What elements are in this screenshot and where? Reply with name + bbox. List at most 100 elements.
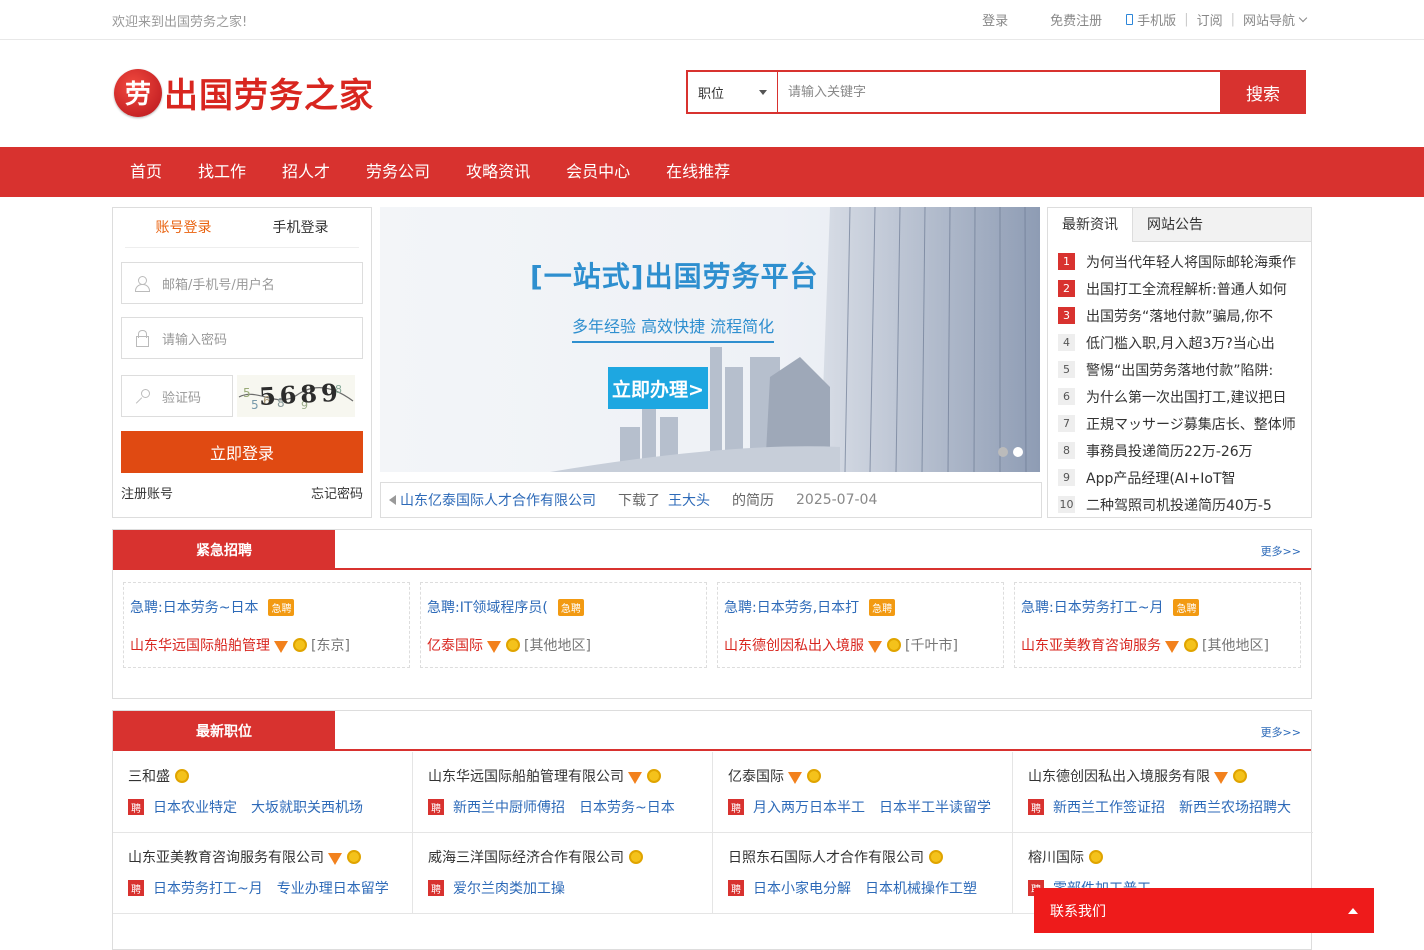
- job-link[interactable]: 新西兰农场招聘大: [1179, 797, 1291, 817]
- news-item[interactable]: 8 事務員投递简历22万-26万: [1058, 437, 1308, 464]
- banner-cta-button[interactable]: 立即办理>: [608, 367, 708, 409]
- search-input[interactable]: [778, 72, 1220, 112]
- activity-ticker: 山东亿泰国际人才合作有限公司 下载了 王大头 的简历 2025-07-04: [380, 482, 1042, 518]
- company-link[interactable]: 威海三洋国际经济合作有限公司: [428, 847, 624, 867]
- tab-account-login[interactable]: 账号登录: [125, 208, 242, 247]
- company-link[interactable]: 山东亚美教育咨询服务有限公司: [128, 847, 324, 867]
- company-job-card: 山东华远国际船舶管理有限公司聘新西兰中厨师傅招 日本劳务~日本: [413, 752, 713, 833]
- carousel-dot-2[interactable]: [1013, 447, 1023, 457]
- ticker-company-link[interactable]: 山东亿泰国际人才合作有限公司: [400, 490, 596, 510]
- urgent-company[interactable]: 山东华远国际船舶管理: [130, 635, 270, 655]
- carousel-dot-1[interactable]: [998, 447, 1008, 457]
- company-link[interactable]: 山东德创因私出入境服务有限: [1028, 766, 1210, 786]
- login-panel: 账号登录 手机登录 邮箱/手机号/用户名 请输入密码 验证码 5 5 6 8 9…: [112, 207, 372, 518]
- news-item[interactable]: 4 低门槛入职,月入超3万?当心出: [1058, 329, 1308, 356]
- job-link[interactable]: 新西兰工作签证招: [1053, 797, 1165, 817]
- tab-phone-login[interactable]: 手机登录: [242, 208, 359, 247]
- svg-text:5: 5: [251, 398, 259, 412]
- job-link[interactable]: 日本劳务~日本: [579, 797, 675, 817]
- news-title: App产品经理(AI+IoT智: [1086, 470, 1236, 487]
- news-item[interactable]: 10 二种驾照司机投递简历40万-5: [1058, 491, 1308, 518]
- job-link[interactable]: 新西兰中厨师傅招: [453, 797, 565, 817]
- tab-site-notice[interactable]: 网站公告: [1133, 208, 1217, 241]
- search-button[interactable]: 搜索: [1220, 70, 1306, 114]
- news-item[interactable]: 2 出国打工全流程解析:普通人如何: [1058, 275, 1308, 302]
- nav-item-companies[interactable]: 劳务公司: [348, 147, 448, 197]
- urgent-job-card[interactable]: 急聘:日本劳务打工~月 急聘山东亚美教育咨询服务 [其他地区]: [1014, 582, 1301, 668]
- job-link[interactable]: 日本小家电分解: [753, 878, 851, 898]
- job-link[interactable]: 爱尔兰肉类加工操: [453, 878, 565, 898]
- nav-item-recommend[interactable]: 在线推荐: [648, 147, 748, 197]
- nav-item-guides[interactable]: 攻略资讯: [448, 147, 548, 197]
- news-item[interactable]: 6 为什么第一次出国打工,建议把日: [1058, 383, 1308, 410]
- speaker-icon: [389, 495, 396, 505]
- nav-item-find-job[interactable]: 找工作: [180, 147, 264, 197]
- user-icon: [134, 275, 150, 292]
- urgent-job-card[interactable]: 急聘:IT领域程序员(急聘 亿泰国际 [其他地区]: [420, 582, 707, 668]
- urgent-job-title[interactable]: 急聘:日本劳务~日本: [130, 597, 258, 617]
- rank-badge: 5: [1058, 361, 1075, 378]
- urgent-job-title[interactable]: 急聘:日本劳务,日本打: [724, 597, 859, 617]
- site-logo[interactable]: 劳 出国劳务之家: [114, 68, 374, 117]
- ticker-person-link[interactable]: 王大头: [668, 490, 710, 510]
- urgent-job-title[interactable]: 急聘:日本劳务打工~月: [1021, 597, 1163, 617]
- diamond-icon: [788, 772, 802, 784]
- company-job-card: 三和盛聘日本农业特定 大坂就职关西机场: [113, 752, 413, 833]
- search-category-select[interactable]: 职位: [688, 72, 778, 112]
- lock-icon: [134, 330, 150, 347]
- company-link[interactable]: 亿泰国际: [728, 766, 784, 786]
- urgent-company[interactable]: 亿泰国际: [427, 635, 483, 655]
- login-link[interactable]: 登录: [982, 10, 1008, 29]
- news-item[interactable]: 5 警惕“出国劳务落地付款”陷阱:: [1058, 356, 1308, 383]
- company-link[interactable]: 三和盛: [128, 766, 170, 786]
- company-link[interactable]: 榕川国际: [1028, 847, 1084, 867]
- job-link[interactable]: 日本农业特定: [153, 797, 237, 817]
- register-account-link[interactable]: 注册账号: [121, 483, 173, 502]
- username-field[interactable]: 邮箱/手机号/用户名: [121, 262, 363, 304]
- hero-banner[interactable]: [一站式]出国劳务平台 多年经验 高效快捷 流程简化 立即办理>: [380, 207, 1040, 472]
- job-link[interactable]: 日本劳务打工~月: [153, 878, 263, 898]
- subscribe-link[interactable]: 订阅: [1197, 10, 1223, 29]
- welcome-text: 欢迎来到出国劳务之家!: [112, 15, 248, 30]
- news-item[interactable]: 1 为何当代年轻人将国际邮轮海乘作: [1058, 248, 1308, 275]
- nav-item-hire[interactable]: 招人才: [264, 147, 348, 197]
- more-link[interactable]: 更多>>: [1261, 724, 1301, 740]
- rank-badge: 9: [1058, 469, 1075, 486]
- urgent-tag: 急聘: [1173, 598, 1200, 616]
- diamond-icon: [328, 853, 342, 865]
- job-link[interactable]: 专业办理日本留学: [277, 878, 389, 898]
- more-link[interactable]: 更多>>: [1261, 543, 1301, 559]
- medal-icon: [887, 638, 901, 652]
- nav-item-home[interactable]: 首页: [112, 147, 180, 197]
- news-item[interactable]: 7 正規マッサージ募集店长、整体师: [1058, 410, 1308, 437]
- tab-latest-news[interactable]: 最新资讯: [1048, 208, 1133, 242]
- news-item[interactable]: 3 出国劳务“落地付款”骗局,你不: [1058, 302, 1308, 329]
- captcha-field[interactable]: 验证码: [121, 375, 233, 417]
- nav-item-member[interactable]: 会员中心: [548, 147, 648, 197]
- register-link[interactable]: 免费注册: [1050, 10, 1102, 29]
- job-link[interactable]: 日本机械操作工塑: [865, 878, 977, 898]
- urgent-location: [其他地区]: [1202, 638, 1269, 654]
- urgent-company[interactable]: 山东德创因私出入境服: [724, 635, 864, 655]
- job-link[interactable]: 月入两万日本半工: [753, 797, 865, 817]
- forgot-password-link[interactable]: 忘记密码: [311, 483, 363, 502]
- mobile-link[interactable]: 手机版: [1137, 10, 1176, 29]
- urgent-job-card[interactable]: 急聘:日本劳务,日本打 急聘 山东德创因私出入境服 [千叶市]: [717, 582, 1004, 668]
- captcha-image[interactable]: 5 5 6 8 9 8 5689: [237, 375, 355, 417]
- urgent-job-title[interactable]: 急聘:IT领域程序员(: [427, 597, 548, 617]
- urgent-job-card[interactable]: 急聘:日本劳务~日本 急聘 山东华远国际船舶管理 [东京]: [123, 582, 410, 668]
- job-link[interactable]: 大坂就职关西机场: [251, 797, 363, 817]
- site-nav-link[interactable]: 网站导航: [1243, 10, 1295, 29]
- password-placeholder: 请输入密码: [162, 332, 228, 348]
- login-button[interactable]: 立即登录: [121, 431, 363, 473]
- ticker-object: 的简历: [732, 493, 774, 509]
- company-link[interactable]: 山东华远国际船舶管理有限公司: [428, 766, 624, 786]
- company-job-card: 山东德创因私出入境服务有限聘新西兰工作签证招 新西兰农场招聘大: [1013, 752, 1313, 833]
- password-field[interactable]: 请输入密码: [121, 317, 363, 359]
- job-link[interactable]: 日本半工半读留学: [879, 797, 991, 817]
- urgent-company[interactable]: 山东亚美教育咨询服务: [1021, 635, 1161, 655]
- company-link[interactable]: 日照东石国际人才合作有限公司: [728, 847, 924, 867]
- news-item[interactable]: 9 App产品经理(AI+IoT智: [1058, 464, 1308, 491]
- contact-us-bar[interactable]: 联系我们: [1034, 888, 1374, 933]
- divider: |: [1230, 12, 1235, 27]
